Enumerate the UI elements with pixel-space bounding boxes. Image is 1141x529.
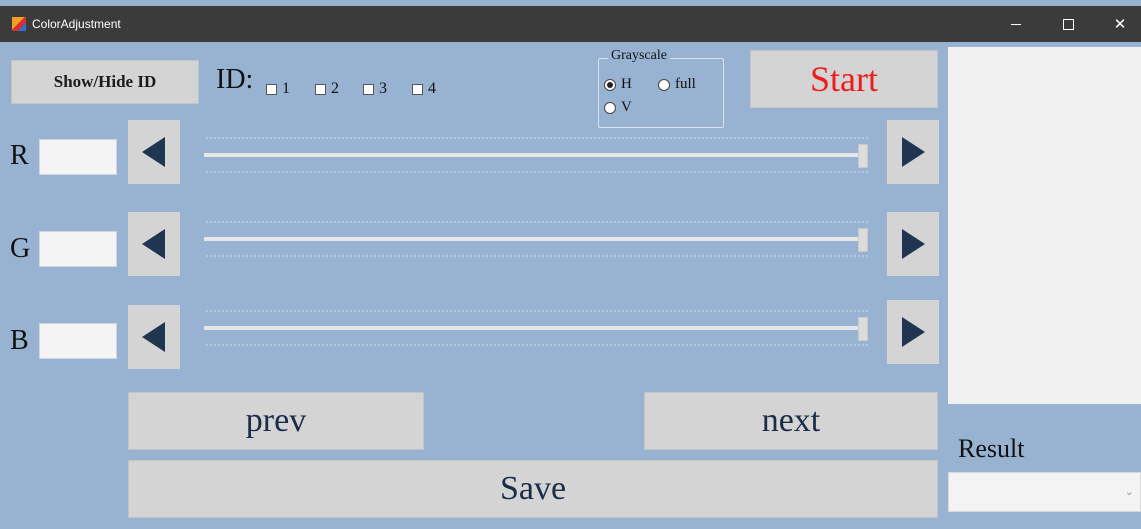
grayscale-radio-v[interactable]: V	[604, 99, 632, 116]
radio-label: full	[675, 76, 696, 92]
g-decrease-button[interactable]	[128, 212, 180, 276]
app-icon	[12, 17, 26, 31]
left-arrow-icon	[142, 322, 165, 352]
id-checkbox-3[interactable]: 3	[363, 80, 387, 98]
start-button[interactable]: Start	[750, 50, 938, 108]
grayscale-radio-full[interactable]: full	[658, 76, 696, 93]
channel-label-r: R	[10, 140, 29, 171]
g-increase-button[interactable]	[887, 212, 939, 276]
radio-label: H	[621, 76, 632, 92]
r-slider[interactable]	[204, 137, 874, 177]
b-increase-button[interactable]	[887, 300, 939, 364]
radio-label: V	[621, 99, 632, 115]
checkbox-icon[interactable]	[315, 83, 326, 95]
close-button[interactable]: ✕	[1097, 6, 1141, 42]
save-button[interactable]: Save	[128, 460, 938, 518]
slider-ticks	[206, 171, 868, 173]
right-arrow-icon	[902, 229, 925, 259]
checkbox-icon[interactable]	[266, 83, 277, 95]
minimize-icon	[1011, 23, 1021, 25]
next-button[interactable]: next	[644, 392, 938, 450]
g-slider[interactable]	[204, 221, 874, 261]
id-checkbox-label: 3	[379, 80, 387, 97]
slider-thumb[interactable]	[858, 144, 868, 168]
grayscale-group	[598, 58, 724, 128]
channel-input-g[interactable]	[39, 231, 117, 267]
radio-icon[interactable]	[658, 78, 670, 91]
slider-ticks	[206, 255, 868, 257]
title-bar: ColorAdjustment ✕	[0, 6, 1141, 42]
show-hide-id-button[interactable]: Show/Hide ID	[11, 60, 199, 104]
color-adjustment-window: ColorAdjustment ✕ Show/Hide ID ID: 1 2 3…	[0, 0, 1141, 529]
id-checkbox-1[interactable]: 1	[266, 80, 290, 98]
close-icon: ✕	[1113, 16, 1127, 33]
radio-icon[interactable]	[604, 101, 616, 114]
slider-ticks	[206, 310, 868, 312]
id-checkbox-2[interactable]: 2	[315, 80, 339, 98]
checkbox-icon[interactable]	[412, 83, 423, 95]
left-arrow-icon	[142, 137, 165, 167]
result-dropdown[interactable]: ⌄	[948, 472, 1141, 512]
id-checkbox-label: 2	[331, 80, 339, 97]
id-checkbox-label: 1	[282, 80, 290, 97]
channel-input-b[interactable]	[39, 323, 117, 359]
slider-track	[204, 153, 868, 157]
window-title: ColorAdjustment	[32, 17, 121, 31]
grayscale-group-title: Grayscale	[608, 48, 670, 64]
left-arrow-icon	[142, 229, 165, 259]
slider-ticks	[206, 137, 868, 139]
right-arrow-icon	[902, 137, 925, 167]
grayscale-radio-h[interactable]: H	[604, 76, 632, 93]
checkbox-icon[interactable]	[363, 83, 374, 95]
b-slider[interactable]	[204, 310, 874, 350]
chevron-down-icon[interactable]: ⌄	[1125, 485, 1134, 498]
radio-selected-icon[interactable]	[604, 78, 616, 91]
right-arrow-icon	[902, 317, 925, 347]
slider-ticks	[206, 221, 868, 223]
prev-button[interactable]: prev	[128, 392, 424, 450]
slider-track	[204, 326, 868, 330]
result-label: Result	[958, 434, 1025, 463]
id-checkbox-label: 4	[428, 80, 436, 97]
channel-input-r[interactable]	[39, 139, 117, 175]
channel-label-g: G	[10, 233, 31, 264]
maximize-button[interactable]	[1045, 6, 1091, 42]
maximize-icon	[1062, 18, 1074, 30]
slider-track	[204, 237, 868, 241]
preview-picture-box	[948, 47, 1141, 404]
slider-ticks	[206, 344, 868, 346]
slider-thumb[interactable]	[858, 228, 868, 252]
id-checkbox-4[interactable]: 4	[412, 80, 436, 98]
r-increase-button[interactable]	[887, 120, 939, 184]
slider-thumb[interactable]	[858, 317, 868, 341]
id-label: ID:	[216, 64, 254, 95]
b-decrease-button[interactable]	[128, 305, 180, 369]
minimize-button[interactable]	[993, 6, 1039, 42]
r-decrease-button[interactable]	[128, 120, 180, 184]
channel-label-b: B	[10, 325, 29, 356]
